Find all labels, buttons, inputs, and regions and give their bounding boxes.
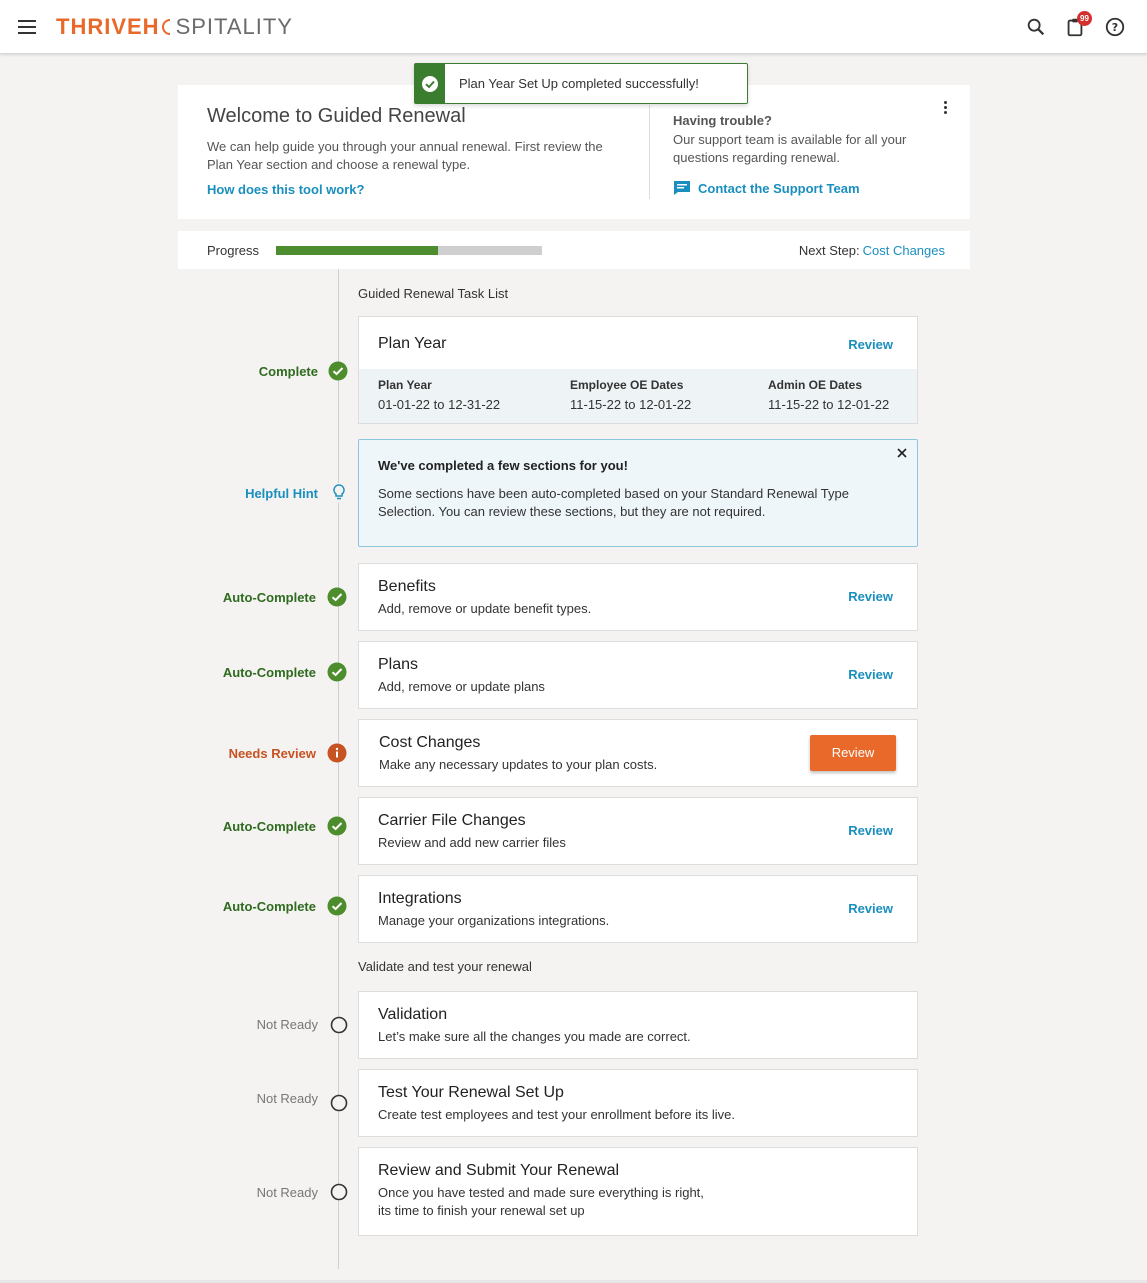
progress-fill bbox=[276, 246, 439, 255]
status-label: Auto-Complete bbox=[222, 899, 316, 914]
more-options-icon[interactable] bbox=[944, 101, 950, 117]
timeline-line bbox=[338, 269, 339, 1269]
card-title: Cost Changes bbox=[379, 734, 481, 751]
check-circle-icon bbox=[327, 662, 347, 682]
next-step-label: Next Step: bbox=[798, 243, 860, 258]
check-circle-icon bbox=[422, 76, 438, 92]
status-label: Auto-Complete bbox=[222, 819, 316, 834]
check-circle-icon bbox=[327, 587, 347, 607]
search-icon[interactable] bbox=[1025, 16, 1047, 38]
next-step-link[interactable]: Cost Changes bbox=[863, 243, 945, 258]
next-step: Next Step: Cost Changes bbox=[799, 243, 945, 258]
validation-card: Validation Let’s make sure all the chang… bbox=[358, 991, 918, 1059]
card-title: Benefits bbox=[378, 578, 436, 595]
plan-year-col: Plan Year 01-01-22 to 12-31-22 bbox=[378, 378, 500, 412]
chat-icon bbox=[674, 181, 690, 195]
plans-card: Plans Add, remove or update plans Review bbox=[358, 641, 918, 709]
review-link[interactable]: Review bbox=[848, 667, 893, 682]
check-circle-icon bbox=[327, 816, 347, 836]
svg-text:?: ? bbox=[1112, 21, 1118, 34]
status-label: Not Ready bbox=[256, 1185, 318, 1200]
trouble-text: Our support team is available for all yo… bbox=[673, 132, 907, 165]
welcome-title: Welcome to Guided Renewal bbox=[207, 105, 466, 127]
logo-o-mark bbox=[161, 19, 170, 35]
helpful-hint-box: We've completed a few sections for you! … bbox=[358, 439, 918, 547]
divider bbox=[649, 105, 650, 199]
card-desc: Make any necessary updates to your plan … bbox=[379, 757, 658, 772]
task-list-title: Guided Renewal Task List bbox=[358, 286, 509, 301]
card-title: Plan Year bbox=[378, 335, 447, 352]
test-renewal-card: Test Your Renewal Set Up Create test emp… bbox=[358, 1069, 918, 1137]
contact-support-label: Contact the Support Team bbox=[698, 180, 860, 196]
card-desc: Review and add new carrier files bbox=[378, 835, 566, 850]
col-value: 11-15-22 to 12-01-22 bbox=[768, 397, 890, 412]
card-desc: Create test employees and test your enro… bbox=[378, 1107, 735, 1122]
check-circle-icon bbox=[327, 896, 347, 916]
col-header: Admin OE Dates bbox=[768, 378, 863, 392]
card-desc-line1: Once you have tested and made sure every… bbox=[378, 1185, 704, 1200]
info-icon bbox=[327, 743, 347, 763]
success-toast: Plan Year Set Up completed successfully! bbox=[414, 63, 748, 104]
lightbulb-icon bbox=[333, 483, 345, 503]
empty-circle-icon bbox=[330, 1016, 348, 1034]
plan-year-card: Plan Year Review Plan Year 01-01-22 to 1… bbox=[358, 316, 918, 424]
review-link[interactable]: Review bbox=[848, 823, 893, 838]
company-logo[interactable]: THRIVEH SPITALITY bbox=[56, 14, 293, 40]
progress-bar bbox=[276, 246, 542, 255]
status-label: Needs Review bbox=[228, 746, 316, 761]
card-title: Integrations bbox=[378, 890, 462, 907]
status-label: Auto-Complete bbox=[222, 590, 316, 605]
review-button[interactable]: Review bbox=[810, 735, 896, 771]
review-link[interactable]: Review bbox=[848, 901, 893, 916]
how-tool-works-link[interactable]: How does this tool work? bbox=[207, 182, 364, 197]
empty-circle-icon bbox=[330, 1183, 348, 1201]
hint-title: We've completed a few sections for you! bbox=[378, 458, 628, 473]
card-desc: Let’s make sure all the changes you made… bbox=[378, 1029, 691, 1044]
progress-label: Progress bbox=[207, 243, 260, 258]
review-link[interactable]: Review bbox=[848, 589, 893, 604]
card-desc: Add, remove or update plans bbox=[378, 679, 545, 694]
help-icon[interactable]: ? bbox=[1104, 16, 1126, 38]
card-desc: Add, remove or update benefit types. bbox=[378, 601, 592, 616]
hint-text: Some sections have been auto-completed b… bbox=[378, 486, 849, 519]
employee-oe-col: Employee OE Dates 11-15-22 to 12-01-22 bbox=[570, 378, 691, 412]
progress-card: Progress Next Step: Cost Changes bbox=[178, 231, 970, 269]
status-label: Complete bbox=[258, 364, 318, 379]
status-label: Auto-Complete bbox=[222, 665, 316, 680]
validate-title: Validate and test your renewal bbox=[358, 959, 532, 974]
status-label: Not Ready bbox=[256, 1017, 318, 1032]
top-bar: THRIVEH SPITALITY 99 ? bbox=[0, 0, 1147, 54]
notification-badge: 99 bbox=[1077, 11, 1092, 26]
card-desc-line2: its time to finish your renewal set up bbox=[378, 1203, 585, 1218]
empty-circle-icon bbox=[330, 1094, 348, 1112]
plan-year-details: Plan Year 01-01-22 to 12-31-22 Employee … bbox=[359, 369, 917, 423]
benefits-card: Benefits Add, remove or update benefit t… bbox=[358, 563, 918, 631]
status-label: Helpful Hint bbox=[245, 486, 318, 501]
close-icon[interactable] bbox=[895, 446, 909, 460]
col-header: Employee OE Dates bbox=[570, 378, 684, 392]
trouble-heading: Having trouble? bbox=[673, 113, 772, 128]
welcome-card: Welcome to Guided Renewal We can help gu… bbox=[178, 85, 970, 219]
review-submit-card: Review and Submit Your Renewal Once you … bbox=[358, 1147, 918, 1236]
toast-message: Plan Year Set Up completed successfully! bbox=[459, 76, 699, 91]
card-desc: Manage your organizations integrations. bbox=[378, 913, 610, 928]
review-link[interactable]: Review bbox=[848, 337, 893, 352]
menu-icon[interactable] bbox=[18, 20, 36, 34]
admin-oe-col: Admin OE Dates 11-15-22 to 12-01-22 bbox=[768, 378, 889, 412]
integrations-card: Integrations Manage your organizations i… bbox=[358, 875, 918, 943]
card-title: Validation bbox=[378, 1006, 448, 1023]
status-label: Not Ready bbox=[256, 1091, 318, 1106]
col-value: 11-15-22 to 12-01-22 bbox=[570, 397, 692, 412]
card-title: Review and Submit Your Renewal bbox=[378, 1162, 620, 1179]
cost-changes-card: Cost Changes Make any necessary updates … bbox=[358, 719, 918, 787]
col-header: Plan Year bbox=[378, 378, 432, 392]
welcome-intro: We can help guide you through your annua… bbox=[207, 139, 603, 172]
card-title: Plans bbox=[378, 656, 419, 673]
check-circle-icon bbox=[328, 361, 348, 381]
carrier-file-card: Carrier File Changes Review and add new … bbox=[358, 797, 918, 865]
card-title: Test Your Renewal Set Up bbox=[378, 1084, 564, 1101]
col-value: 01-01-22 to 12-31-22 bbox=[378, 397, 501, 412]
contact-support-link[interactable]: Contact the Support Team bbox=[673, 180, 860, 196]
card-title: Carrier File Changes bbox=[378, 812, 526, 829]
